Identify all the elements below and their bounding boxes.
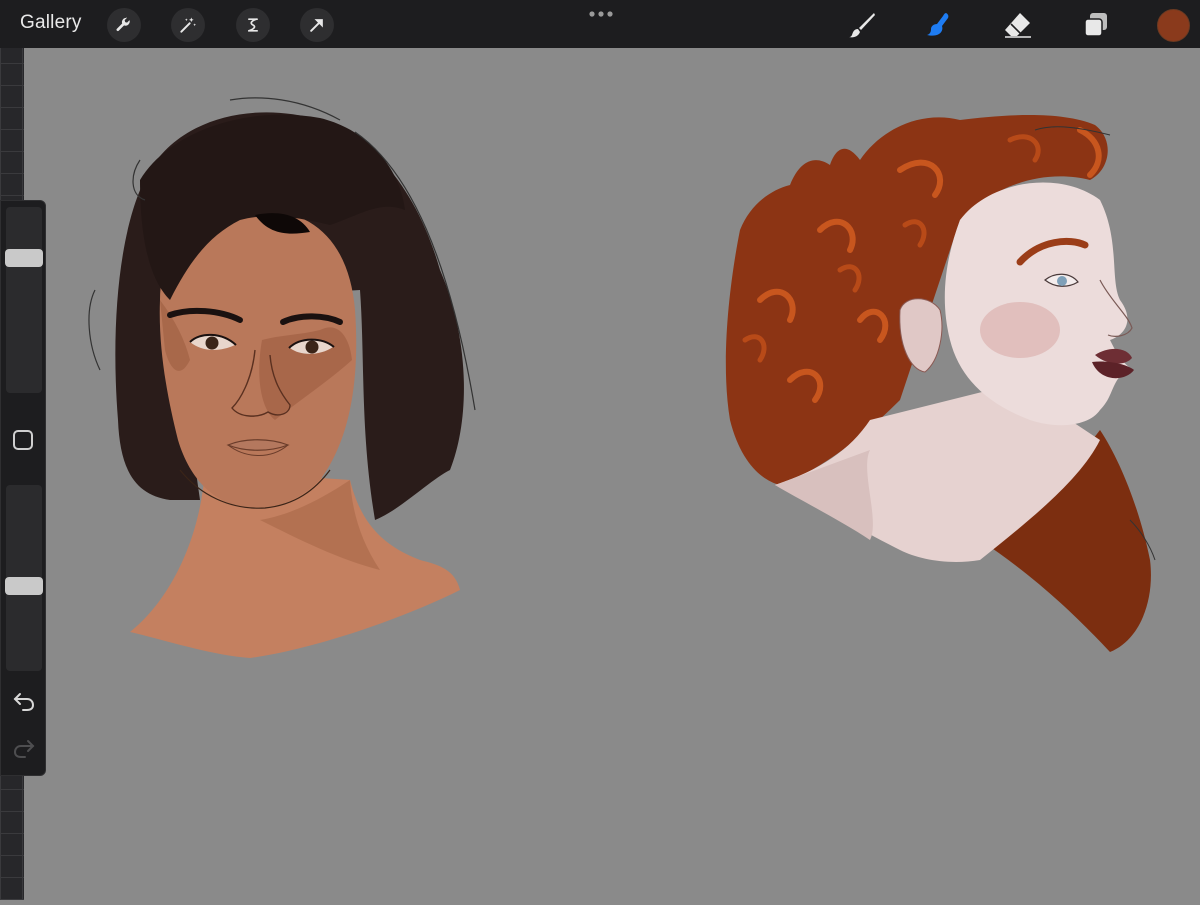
redo-icon[interactable]	[11, 737, 37, 759]
dark-haired-portrait	[88, 97, 476, 658]
brush-icon[interactable]	[845, 8, 879, 42]
transform-arrow-icon[interactable]	[300, 8, 334, 42]
brush-size-slider-thumb[interactable]	[5, 249, 43, 267]
left-sidebar	[0, 200, 46, 776]
color-picker-swatch[interactable]	[1157, 9, 1190, 42]
eraser-icon[interactable]	[1000, 8, 1034, 42]
opacity-slider-thumb[interactable]	[5, 577, 43, 595]
layers-icon[interactable]	[1079, 8, 1113, 42]
drawing-canvas[interactable]	[24, 48, 1200, 900]
opacity-slider[interactable]	[5, 485, 43, 671]
gallery-button[interactable]: Gallery	[20, 12, 82, 34]
selection-icon[interactable]	[236, 8, 270, 42]
brush-size-slider[interactable]	[5, 207, 43, 393]
wrench-icon[interactable]	[107, 8, 141, 42]
artwork	[88, 97, 1156, 658]
ellipsis-icon[interactable]	[588, 9, 614, 19]
square-icon[interactable]	[13, 430, 33, 450]
red-haired-portrait	[725, 115, 1156, 652]
top-toolbar: Gallery	[0, 0, 1200, 48]
magic-wand-icon[interactable]	[171, 8, 205, 42]
undo-icon[interactable]	[11, 690, 37, 712]
smudge-icon[interactable]	[922, 8, 956, 42]
